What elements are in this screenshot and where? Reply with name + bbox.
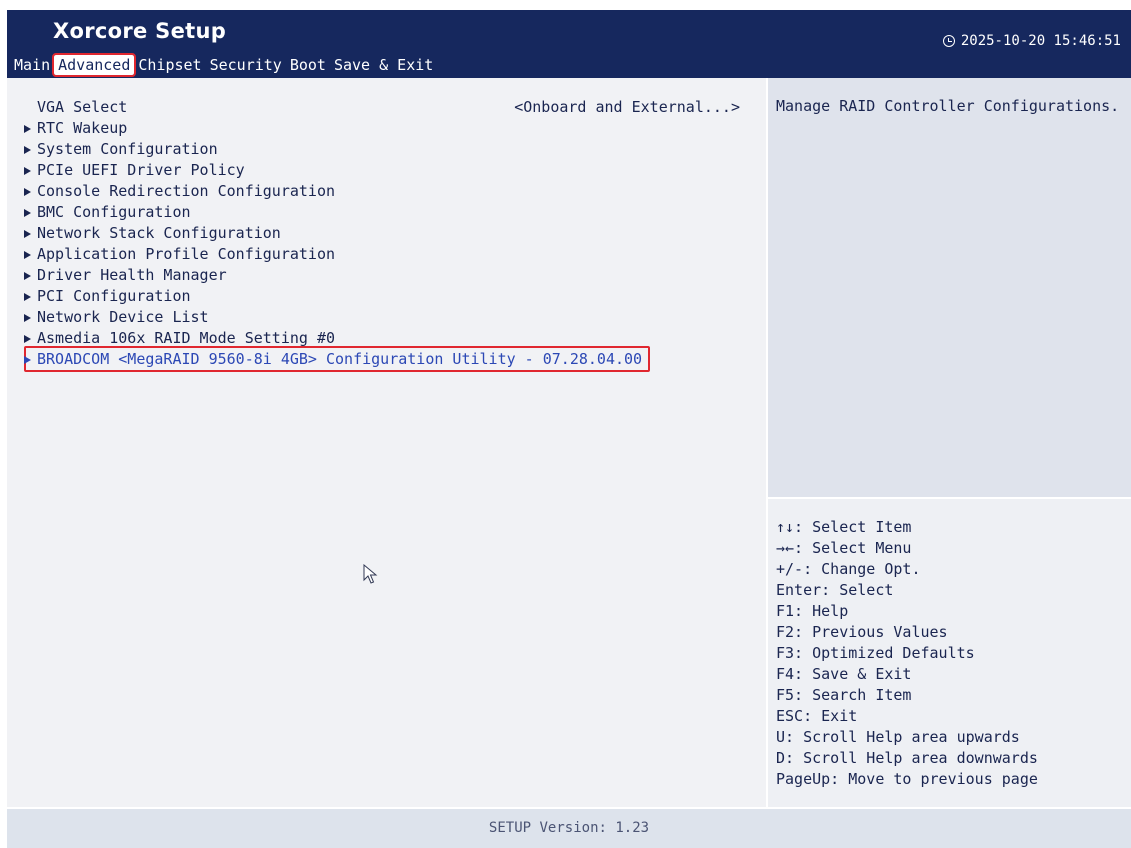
key-hint-select-menu: →←: Select Menu bbox=[776, 539, 912, 557]
menu-item-label: Console Redirection Configuration bbox=[37, 182, 336, 200]
key-hint-f4: F4: Save & Exit bbox=[776, 665, 912, 683]
key-hint-change-opt: +/-: Change Opt. bbox=[776, 560, 921, 578]
menu-item-label: Driver Health Manager bbox=[37, 266, 227, 284]
submenu-arrow-icon bbox=[24, 356, 31, 364]
clock-icon bbox=[942, 35, 955, 47]
key-hint-select-item: ↑↓: Select Item bbox=[776, 518, 912, 536]
key-hint-enter: Enter: Select bbox=[776, 581, 894, 599]
menu-item-bmc-configuration[interactable]: BMC Configuration bbox=[24, 202, 191, 222]
submenu-arrow-icon bbox=[24, 167, 31, 175]
menu-item-label: BMC Configuration bbox=[37, 203, 191, 221]
menu-item-label: RTC Wakeup bbox=[37, 119, 128, 137]
key-hint-f2: F2: Previous Values bbox=[776, 623, 948, 641]
menu-item-label: System Configuration bbox=[37, 140, 218, 158]
tab-advanced[interactable]: Advanced bbox=[52, 53, 137, 77]
menu-item-label: VGA Select bbox=[37, 98, 128, 116]
menu-item-driver-health-manager[interactable]: Driver Health Manager bbox=[24, 265, 227, 285]
tab-chipset[interactable]: Chipset bbox=[134, 55, 205, 75]
menu-item-broadcom-megaraid[interactable]: BROADCOM <MegaRAID 9560-8i 4GB> Configur… bbox=[24, 349, 642, 369]
submenu-arrow-icon bbox=[24, 209, 31, 217]
menu-item-label: Asmedia 106x RAID Mode Setting #0 bbox=[37, 329, 336, 347]
menu-item-pcie-uefi-driver-policy[interactable]: PCIe UEFI Driver Policy bbox=[24, 160, 245, 180]
menu-item-console-redirection[interactable]: Console Redirection Configuration bbox=[24, 181, 335, 201]
mouse-pointer-icon bbox=[363, 564, 378, 584]
menu-item-label: Network Device List bbox=[37, 308, 209, 326]
menu-item-rtc-wakeup[interactable]: RTC Wakeup bbox=[24, 118, 127, 138]
key-hint-esc: ESC: Exit bbox=[776, 707, 858, 725]
menu-item-system-configuration[interactable]: System Configuration bbox=[24, 139, 218, 159]
footer-bar: SETUP Version: 1.23 bbox=[7, 809, 1131, 848]
vga-select-value[interactable]: <Onboard and External...> bbox=[514, 97, 740, 117]
tab-boot[interactable]: Boot bbox=[286, 55, 330, 75]
setup-version: SETUP Version: 1.23 bbox=[488, 820, 650, 836]
help-description: Manage RAID Controller Configurations. bbox=[776, 97, 1120, 115]
tab-save-exit[interactable]: Save & Exit bbox=[330, 55, 437, 75]
key-hint-f5: F5: Search Item bbox=[776, 686, 912, 704]
menu-item-label: PCI Configuration bbox=[37, 287, 191, 305]
tab-main[interactable]: Main bbox=[10, 55, 54, 75]
key-hint-d: D: Scroll Help area downwards bbox=[776, 749, 1038, 767]
help-panel: Manage RAID Controller Configurations. bbox=[768, 78, 1131, 497]
menu-item-vga-select[interactable]: VGA Select bbox=[24, 97, 127, 117]
app-title: Xorcore Setup bbox=[53, 19, 227, 43]
menu-item-label: PCIe UEFI Driver Policy bbox=[37, 161, 245, 179]
submenu-arrow-icon bbox=[24, 272, 31, 280]
setup-header: Xorcore Setup 2025-10-20 15:46:51 Main A… bbox=[7, 10, 1131, 78]
menu-item-network-device-list[interactable]: Network Device List bbox=[24, 307, 209, 327]
key-legend-panel: ↑↓: Select Item →←: Select Menu +/-: Cha… bbox=[768, 499, 1131, 807]
key-hint-f3: F3: Optimized Defaults bbox=[776, 644, 975, 662]
datetime-display: 2025-10-20 15:46:51 bbox=[942, 33, 1121, 49]
submenu-arrow-icon bbox=[24, 146, 31, 154]
submenu-arrow-icon bbox=[24, 251, 31, 259]
submenu-arrow-icon bbox=[24, 230, 31, 238]
submenu-arrow-icon bbox=[24, 314, 31, 322]
submenu-arrow-icon bbox=[24, 125, 31, 133]
tab-security[interactable]: Security bbox=[206, 55, 286, 75]
menu-item-pci-configuration[interactable]: PCI Configuration bbox=[24, 286, 191, 306]
menu-item-label: BROADCOM <MegaRAID 9560-8i 4GB> Configur… bbox=[37, 350, 643, 368]
submenu-arrow-icon bbox=[24, 188, 31, 196]
menu-item-application-profile[interactable]: Application Profile Configuration bbox=[24, 244, 335, 264]
menu-item-network-stack[interactable]: Network Stack Configuration bbox=[24, 223, 281, 243]
menu-item-label: Application Profile Configuration bbox=[37, 245, 336, 263]
datetime-text: 2025-10-20 15:46:51 bbox=[960, 33, 1121, 49]
key-hint-u: U: Scroll Help area upwards bbox=[776, 728, 1020, 746]
submenu-arrow-icon bbox=[24, 335, 31, 343]
key-hint-pageup: PageUp: Move to previous page bbox=[776, 770, 1038, 788]
menu-item-label: Network Stack Configuration bbox=[37, 224, 281, 242]
top-strip bbox=[0, 0, 1131, 10]
key-hint-f1: F1: Help bbox=[776, 602, 849, 620]
tab-bar: Main Advanced Chipset Security Boot Save… bbox=[10, 53, 437, 77]
submenu-arrow-icon bbox=[24, 293, 31, 301]
menu-item-asmedia-raid-mode[interactable]: Asmedia 106x RAID Mode Setting #0 bbox=[24, 328, 335, 348]
main-menu-panel: VGA Select <Onboard and External...> RTC… bbox=[7, 78, 766, 807]
